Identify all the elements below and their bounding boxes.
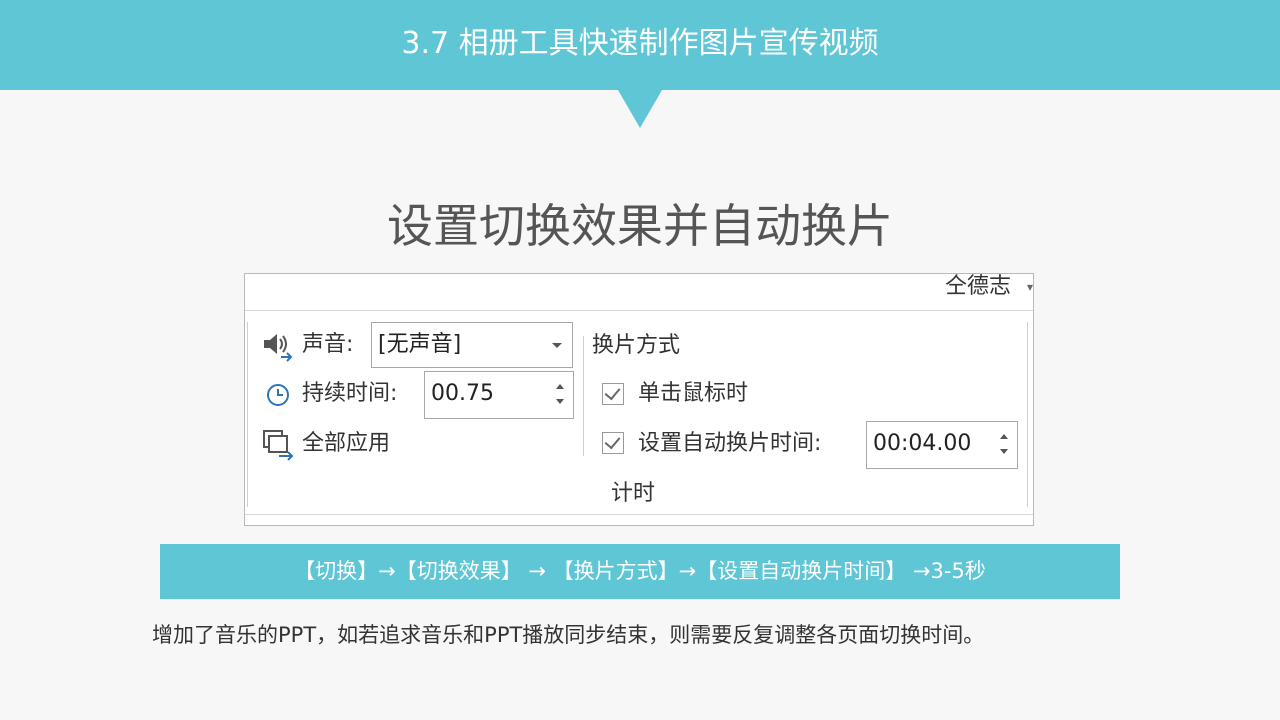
check-icon — [604, 432, 621, 450]
check-icon — [604, 383, 621, 401]
steps-text: 【切换】→【切换效果】 → 【换片方式】→【设置自动换片时间】 →3-5秒 — [294, 559, 986, 583]
header-title: 3.7 相册工具快速制作图片宣传视频 — [401, 26, 879, 61]
spin-up-icon[interactable] — [1000, 434, 1008, 439]
advance-heading: 换片方式 — [592, 333, 681, 358]
ribbon-divider — [245, 310, 1033, 311]
on-click-label: 单击鼠标时 — [638, 381, 749, 406]
group-divider — [583, 336, 584, 456]
duration-value: 00.75 — [431, 381, 494, 406]
after-time-checkbox[interactable] — [602, 432, 624, 454]
ribbon-edge — [1027, 322, 1028, 507]
after-time-stepper[interactable]: 00:04.00 — [866, 421, 1018, 469]
speaker-icon — [261, 328, 295, 362]
chevron-down-icon[interactable]: ▾ — [1027, 274, 1033, 300]
spin-down-icon[interactable] — [556, 399, 564, 404]
ribbon-divider — [245, 514, 1033, 515]
slide-title: 设置切换效果并自动换片 — [387, 199, 893, 253]
chevron-down-icon[interactable] — [552, 343, 562, 348]
clock-icon — [265, 382, 291, 408]
note-text: 增加了音乐的PPT，如若追求音乐和PPT播放同步结束，则需要反复调整各页面切换时… — [152, 623, 985, 647]
sound-label: 声音: — [302, 332, 354, 357]
on-click-checkbox[interactable] — [602, 383, 624, 405]
spin-up-icon[interactable] — [556, 384, 564, 389]
group-label-timing: 计时 — [611, 481, 656, 506]
spin-down-icon[interactable] — [1000, 449, 1008, 454]
header-pointer — [618, 90, 662, 128]
apply-all-button[interactable]: 全部应用 — [302, 430, 390, 458]
sound-select-value: [无声音] — [378, 332, 462, 357]
sound-select[interactable]: [无声音] — [371, 322, 573, 368]
duration-stepper[interactable]: 00.75 — [424, 371, 574, 419]
after-time-label: 设置自动换片时间: — [638, 431, 822, 456]
ribbon-edge — [247, 322, 248, 507]
steps-banner: 【切换】→【切换效果】 → 【换片方式】→【设置自动换片时间】 →3-5秒 — [160, 544, 1120, 599]
apply-all-icon — [261, 428, 297, 462]
after-time-value: 00:04.00 — [873, 431, 972, 456]
account-name[interactable]: 仝德志 — [945, 274, 1011, 300]
ribbon-screenshot: 仝德志 ▾ 声音: [无声音] 持续时间: 00.75 全部应用 换片方式 单击… — [244, 273, 1034, 526]
header-bar: 3.7 相册工具快速制作图片宣传视频 — [0, 0, 1280, 90]
duration-label: 持续时间: — [302, 381, 398, 406]
